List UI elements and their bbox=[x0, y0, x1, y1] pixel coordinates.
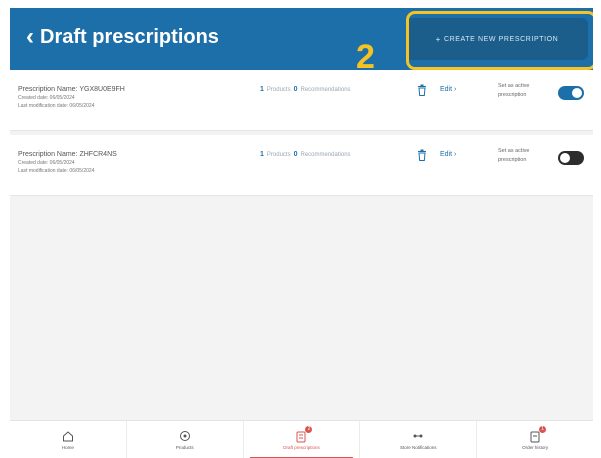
product-count-label: Products bbox=[266, 151, 291, 158]
nav-label: Store Notifications bbox=[400, 445, 437, 450]
prescription-list: Prescription Name: YGX8U0E9FH Created da… bbox=[10, 70, 593, 196]
toggle-knob bbox=[560, 153, 570, 163]
nav-label: Products bbox=[175, 445, 194, 450]
nav-label: Draft prescriptions bbox=[283, 445, 320, 450]
chevron-left-icon: ‹ bbox=[26, 23, 34, 50]
created-date: Created date: 06/05/2024 bbox=[18, 95, 75, 101]
set-active-line1: Set as active bbox=[498, 148, 530, 154]
prescription-counts: 1 Products 0 Recommendations bbox=[260, 86, 351, 93]
notification-icon bbox=[413, 434, 423, 438]
prescription-name: Prescription Name: YGX8U0E9FH bbox=[18, 86, 125, 93]
order-icon: 1 bbox=[529, 426, 547, 443]
set-active-line2: prescription bbox=[498, 156, 527, 163]
nav-item-products[interactable]: Products bbox=[127, 421, 244, 458]
trash-icon[interactable] bbox=[417, 84, 427, 96]
modified-date: Last modification date: 06/05/2024 bbox=[18, 103, 95, 109]
prescription-info: Prescription Name: ZHFCR4NS Created date… bbox=[18, 151, 117, 174]
recommendation-count: 0 bbox=[293, 151, 298, 158]
app-header: ‹ Draft prescriptions + CREATE NEW PRESC… bbox=[10, 8, 593, 70]
set-active-label: Set as active prescription bbox=[498, 82, 542, 100]
modified-date: Last modification date: 06/05/2024 bbox=[18, 168, 95, 174]
draft-icon: 2 bbox=[295, 426, 313, 443]
product-count: 1 bbox=[260, 86, 264, 93]
nav-item-order-history[interactable]: 1 Order history bbox=[477, 421, 593, 458]
prescription-row: Prescription Name: YGX8U0E9FH Created da… bbox=[10, 70, 593, 131]
home-icon bbox=[62, 431, 73, 442]
nav-item-store-notifications[interactable]: Store Notifications bbox=[360, 421, 478, 458]
edit-label: Edit bbox=[440, 151, 453, 158]
bottom-nav: Home Products 2 Draft prescriptions Stor… bbox=[10, 420, 593, 458]
step-number: 2 bbox=[356, 38, 375, 76]
prescription-info: Prescription Name: YGX8U0E9FH Created da… bbox=[18, 86, 125, 109]
active-toggle[interactable] bbox=[558, 86, 584, 100]
nav-item-draft-prescriptions[interactable]: 2 Draft prescriptions bbox=[244, 421, 361, 458]
prescription-name: Prescription Name: ZHFCR4NS bbox=[18, 151, 117, 158]
prescription-counts: 1 Products 0 Recommendations bbox=[260, 151, 351, 158]
nav-label: Home bbox=[61, 445, 74, 450]
draft-badge: 2 bbox=[305, 426, 313, 433]
trash-icon[interactable] bbox=[417, 149, 427, 161]
active-toggle[interactable] bbox=[558, 151, 584, 165]
create-new-prescription-button[interactable]: + CREATE NEW PRESCRIPTION bbox=[406, 18, 588, 60]
set-active-line1: Set as active bbox=[498, 83, 530, 89]
product-count-label: Products bbox=[266, 86, 291, 93]
page-title: Draft prescriptions bbox=[40, 25, 219, 48]
nav-item-home[interactable]: Home bbox=[10, 421, 127, 458]
nav-label: Order history bbox=[522, 445, 549, 450]
order-badge: 1 bbox=[539, 426, 547, 433]
set-active-line2: prescription bbox=[498, 91, 527, 98]
set-active-label: Set as active prescription bbox=[498, 147, 542, 165]
product-count: 1 bbox=[260, 151, 264, 158]
app-frame: ‹ Draft prescriptions + CREATE NEW PRESC… bbox=[10, 8, 593, 458]
edit-label: Edit bbox=[440, 86, 453, 93]
prescription-row: Prescription Name: ZHFCR4NS Created date… bbox=[10, 135, 593, 196]
catalog-icon bbox=[179, 431, 190, 441]
plus-icon: + bbox=[435, 34, 441, 44]
create-button-label: CREATE NEW PRESCRIPTION bbox=[443, 35, 559, 43]
recommendation-count-label: Recommendations bbox=[300, 151, 351, 158]
edit-button[interactable]: Edit › bbox=[440, 151, 456, 158]
created-date: Created date: 06/05/2024 bbox=[18, 160, 75, 166]
back-button[interactable]: ‹ Draft prescriptions bbox=[26, 22, 219, 52]
toggle-knob bbox=[572, 88, 582, 98]
recommendation-count: 0 bbox=[293, 86, 298, 93]
recommendation-count-label: Recommendations bbox=[300, 86, 351, 93]
edit-button[interactable]: Edit › bbox=[440, 86, 456, 93]
